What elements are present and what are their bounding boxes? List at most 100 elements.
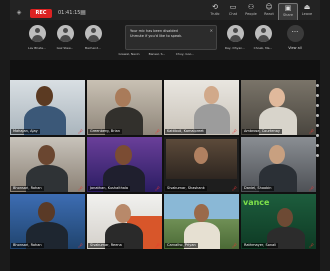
rotate-icon: ⟲ bbox=[212, 3, 218, 11]
tool-chat[interactable]: ▭ Chat bbox=[224, 3, 242, 20]
mic-off-icon: 🎤︎ bbox=[231, 243, 237, 248]
tile-name: Mahajan, Ajay bbox=[11, 129, 40, 134]
tile-name: Kattiboli, Kamalpreet bbox=[165, 129, 206, 134]
participant-face bbox=[115, 88, 131, 107]
tool-react[interactable]: ☺ React bbox=[260, 3, 278, 20]
tool-label: Trước bbox=[210, 12, 220, 16]
participant-face bbox=[38, 145, 55, 165]
tool-label: React bbox=[264, 12, 274, 16]
participant-name: Ray, Dhyan... bbox=[224, 46, 246, 50]
tool-label: Leave bbox=[301, 12, 313, 16]
participant-face bbox=[269, 145, 285, 164]
mic-off-icon: 🎤︎ bbox=[308, 129, 314, 134]
video-tile[interactable]: Ambrose, Courtenay 🎤︎ bbox=[241, 80, 316, 135]
more-icon: ··· bbox=[286, 25, 304, 42]
video-tile[interactable]: Sivakumar, Shashank 🎤︎ bbox=[164, 137, 239, 192]
tool-leave[interactable]: ⏏ Leave bbox=[298, 3, 316, 20]
participant-face bbox=[36, 86, 53, 106]
leave-icon: ⏏ bbox=[303, 3, 311, 11]
participant-name: Gaz Stew... bbox=[56, 46, 74, 50]
tile-name: Carvalho, Priyan bbox=[165, 243, 198, 248]
tile-name: Sivakumar, Shashank bbox=[165, 186, 207, 191]
participant-name: Bansal, S... bbox=[148, 52, 166, 56]
side-scroll-indicator[interactable] bbox=[316, 84, 319, 234]
tile-name: Sivakumar, Reena bbox=[88, 243, 124, 248]
strip-participant[interactable]: Choeb, Ma... bbox=[250, 25, 276, 55]
video-tile[interactable]: Carvalho, Priyan 🎤︎ bbox=[164, 194, 239, 249]
meeting-window: REC 01:41:15 ◈ ▦ ⟲ Trước ▭ Chat ⚇ People… bbox=[10, 0, 320, 271]
view-all-label: View all bbox=[288, 46, 302, 50]
mic-disabled-toast: Your mic has been disabled Unmute if you… bbox=[125, 25, 217, 50]
tile-name: Ambrose, Courtenay bbox=[242, 129, 282, 134]
recording-badge[interactable]: REC bbox=[30, 9, 52, 18]
tile-name: Bhonsari, Rohan bbox=[11, 243, 44, 248]
people-icon: ⚇ bbox=[247, 3, 255, 11]
participant-face bbox=[38, 202, 55, 222]
mic-off-icon: 🎤︎ bbox=[231, 186, 237, 191]
mic-off-icon: 🎤︎ bbox=[77, 243, 83, 248]
mic-off-icon: 🎤︎ bbox=[154, 186, 160, 191]
participant-face bbox=[115, 145, 132, 165]
video-grid: Mahajan, Ajay 🎤︎ Greenberg, Brian 🎤︎ Kat… bbox=[10, 80, 320, 251]
tile-name: Jonathan, Kushalthala bbox=[88, 186, 131, 191]
mic-off-icon: 🎤︎ bbox=[77, 129, 83, 134]
participant-name: Chuy, Goo... bbox=[175, 52, 195, 56]
tool-people[interactable]: ⚇ People bbox=[242, 3, 260, 20]
strip-participant[interactable]: Bachend... bbox=[80, 25, 106, 55]
video-tile[interactable]: Bhonsari, Rohan 🎤︎ bbox=[10, 137, 85, 192]
video-tile[interactable]: Daniel, Shoobin 🎤︎ bbox=[241, 137, 316, 192]
participant-face bbox=[194, 204, 209, 222]
meeting-timer: 01:41:15 bbox=[58, 10, 81, 16]
banner-text: vance bbox=[243, 198, 270, 207]
mic-off-icon: 🎤︎ bbox=[308, 243, 314, 248]
avatar bbox=[28, 25, 46, 42]
participant-face bbox=[115, 204, 131, 223]
video-tile[interactable]: Jonathan, Kushalthala 🎤︎ bbox=[87, 137, 162, 192]
mic-off-icon: 🎤︎ bbox=[154, 243, 160, 248]
shield-icon[interactable]: ◈ bbox=[16, 10, 22, 16]
video-tile[interactable]: Mahajan, Ajay 🎤︎ bbox=[10, 80, 85, 135]
strip-participant[interactable]: Gaz Stew... bbox=[52, 25, 78, 55]
top-toolbar: REC 01:41:15 ◈ ▦ ⟲ Trước ▭ Chat ⚇ People… bbox=[10, 0, 320, 22]
tool-label: Share bbox=[282, 13, 294, 17]
avatar bbox=[226, 25, 244, 42]
tile-name: Rathmayer, Sonali bbox=[242, 243, 279, 248]
tile-name: Greenberg, Brian bbox=[88, 129, 122, 134]
strip-participant[interactable]: Grewal, Navin bbox=[116, 48, 142, 78]
participant-name: Choeb, Ma... bbox=[253, 46, 273, 50]
share-icon: ▣ bbox=[284, 4, 292, 12]
mic-off-icon: 🎤︎ bbox=[154, 129, 160, 134]
participant-face bbox=[194, 147, 208, 164]
tool-label: Chat bbox=[228, 12, 238, 16]
participant-name: Grewal, Navin bbox=[118, 52, 140, 56]
video-tile[interactable]: vance Rathmayer, Sonali 🎤︎ bbox=[241, 194, 316, 249]
mic-off-icon: 🎤︎ bbox=[308, 186, 314, 191]
avatar bbox=[254, 25, 272, 42]
avatar bbox=[56, 25, 74, 42]
participant-name: Lav Bhate... bbox=[28, 46, 46, 50]
participant-face bbox=[204, 86, 219, 104]
video-tile[interactable]: Greenberg, Brian 🎤︎ bbox=[87, 80, 162, 135]
tile-name: Daniel, Shoobin bbox=[242, 186, 274, 191]
video-tile[interactable]: Kattiboli, Kamalpreet 🎤︎ bbox=[164, 80, 239, 135]
strip-participant[interactable]: Chuy, Goo... bbox=[172, 48, 198, 78]
participant-face bbox=[269, 88, 285, 107]
strip-participant[interactable]: Bansal, S... bbox=[144, 48, 170, 78]
view-all-button[interactable]: ··· View all bbox=[282, 25, 308, 55]
strip-participant[interactable]: Ray, Dhyan... bbox=[222, 25, 248, 55]
react-icon: ☺ bbox=[265, 3, 273, 11]
close-icon[interactable]: ✕ bbox=[210, 28, 213, 33]
video-tile[interactable]: Sivakumar, Reena 🎤︎ bbox=[87, 194, 162, 249]
tile-name: Bhonsari, Rohan bbox=[11, 186, 44, 191]
chat-icon: ▭ bbox=[229, 3, 237, 11]
grid-icon[interactable]: ▦ bbox=[80, 10, 86, 16]
strip-participant[interactable]: Lav Bhate... bbox=[24, 25, 50, 55]
video-tile[interactable]: Bhonsari, Rohan 🎤︎ bbox=[10, 194, 85, 249]
tool-rotate[interactable]: ⟲ Trước bbox=[206, 3, 224, 20]
participant-name: Bachend... bbox=[85, 46, 101, 50]
mic-off-icon: 🎤︎ bbox=[231, 129, 237, 134]
avatar bbox=[84, 25, 102, 42]
mic-off-icon: 🎤︎ bbox=[77, 186, 83, 191]
toast-body: Unmute if you'd like to speak. bbox=[130, 34, 183, 38]
tool-label: People bbox=[245, 12, 257, 16]
